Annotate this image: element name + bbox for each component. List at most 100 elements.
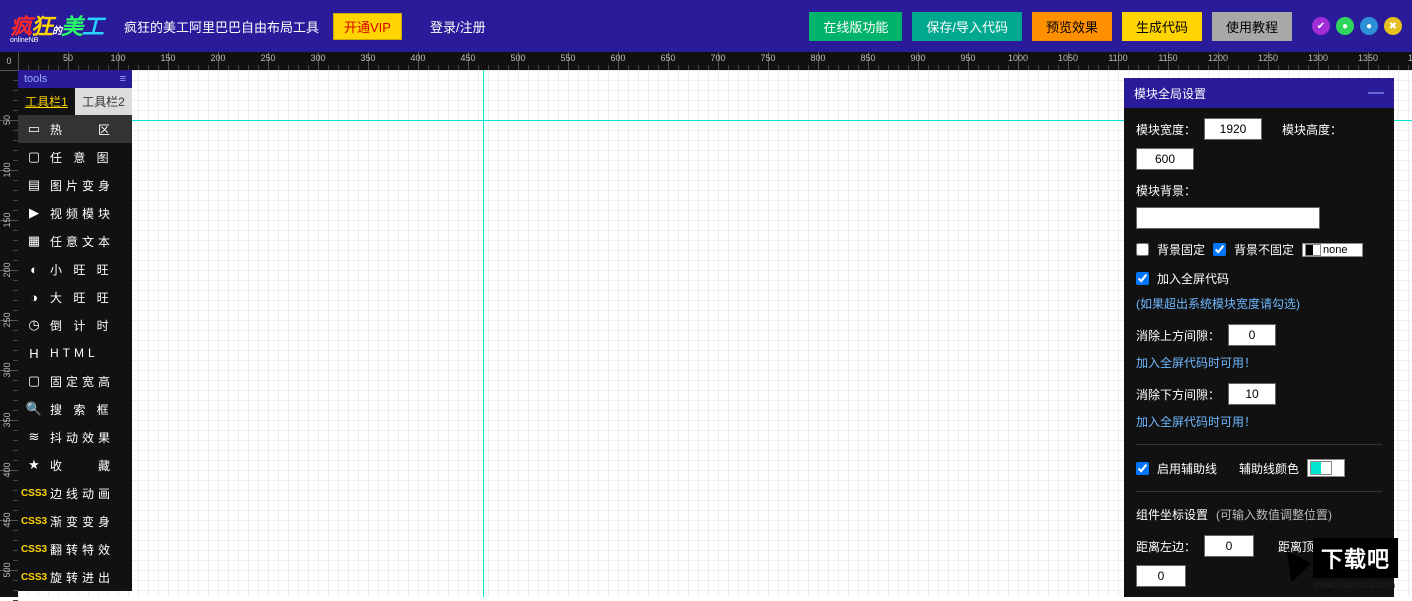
vertical-guide[interactable] [483,70,484,597]
toolbox-drag-icon[interactable]: ≡ [120,73,126,85]
offset-left-input[interactable] [1204,535,1254,557]
save-load-button[interactable]: 保存/导入代码 [912,12,1022,41]
bg-notfixed-label: 背景不固定 [1234,241,1294,258]
gap-top-note: 加入全屏代码时可用！ [1136,354,1256,371]
tool-label: 热 区 [50,121,114,138]
login-register-link[interactable]: 登录/注册 [430,17,486,36]
bg-fixed-label: 背景固定 [1157,241,1205,258]
tool-label: 收 藏 [50,457,114,474]
watermark: 下载吧 www.xiazaiba.com [1289,538,1398,591]
tool-icon: ▢ [26,149,42,165]
tool-item-10[interactable]: 🔍 搜 索 框 [18,395,132,423]
tool-item-16[interactable]: CSS3 旋转进出 [18,563,132,591]
arrow-icon [1287,548,1313,583]
tool-icon: ▭ [26,121,42,137]
tool-label: 任意文本 [50,233,114,250]
module-height-label: 模块高度： [1282,121,1342,138]
bg-fixed-checkbox[interactable] [1136,243,1149,256]
guides-color-label: 辅助线颜色 [1239,460,1299,477]
tool-item-0[interactable]: ▭ 热 区 [18,115,132,143]
tool-item-4[interactable]: ▦ 任意文本 [18,227,132,255]
module-width-input[interactable] [1204,118,1262,140]
tool-icon: ◐ [26,261,42,277]
tool-icon: ◑ [26,289,42,305]
coord-label: 组件坐标设置 [1136,506,1208,523]
watermark-text: 下载吧 [1313,538,1398,578]
status-circle-2[interactable]: ● [1336,17,1354,35]
tool-icon: H [26,345,42,361]
online-features-button[interactable]: 在线版功能 [809,12,902,41]
gap-bottom-label: 消除下方间隙： [1136,386,1220,403]
gap-top-label: 消除上方间隙： [1136,327,1220,344]
offset-left-label: 距离左边： [1136,538,1196,555]
tool-icon: ≋ [26,429,42,445]
vip-button[interactable]: 开通VIP [333,13,402,40]
module-bg-input[interactable] [1136,207,1320,229]
gap-top-input[interactable] [1228,324,1276,346]
tool-icon: ▢ [26,373,42,389]
tool-item-6[interactable]: ◑ 大 旺 旺 [18,283,132,311]
tool-item-15[interactable]: CSS3 翻转特效 [18,535,132,563]
tool-icon: CSS3 [26,541,42,557]
offset-top-input[interactable] [1136,565,1186,587]
top-bar: 疯狂的美工 onlineNB 疯狂的美工阿里巴巴自由布局工具 开通VIP 登录/… [0,0,1412,52]
tool-label: 图片变身 [50,177,114,194]
gap-bottom-note: 加入全屏代码时可用！ [1136,413,1256,430]
tool-icon: CSS3 [26,569,42,585]
tool-icon: ▤ [26,177,42,193]
dropdown-icon [1334,466,1342,471]
minimize-icon[interactable]: — [1368,84,1384,102]
tutorial-button[interactable]: 使用教程 [1212,12,1292,41]
tool-icon: CSS3 [26,485,42,501]
tool-item-9[interactable]: ▢固定宽高 [18,367,132,395]
guides-checkbox[interactable] [1136,462,1149,475]
module-bg-label: 模块背景： [1136,182,1196,199]
generate-code-button[interactable]: 生成代码 [1122,12,1202,41]
status-circle-4[interactable]: ✖ [1384,17,1402,35]
tool-item-12[interactable]: ★ 收 藏 [18,451,132,479]
tool-item-2[interactable]: ▤ 图片变身 [18,171,132,199]
fullscreen-checkbox[interactable] [1136,272,1149,285]
tool-label: 搜 索 框 [50,401,113,418]
tool-icon: CSS3 [26,513,42,529]
settings-title: 模块全局设置 [1134,85,1206,102]
tool-label: 翻转特效 [50,541,114,558]
tool-icon: ▶ [26,205,42,221]
fullscreen-label: 加入全屏代码 [1157,270,1229,287]
status-circle-1[interactable]: ✔ [1312,17,1330,35]
ruler-vertical: 50100150200250300350400450500 [0,70,18,597]
tool-item-5[interactable]: ◐小 旺 旺 [18,255,132,283]
bg-notfixed-checkbox[interactable] [1213,243,1226,256]
status-circle-3[interactable]: ● [1360,17,1378,35]
tool-item-3[interactable]: ▶视频模块 [18,199,132,227]
tool-icon: ◷ [26,317,42,333]
tool-item-14[interactable]: CSS3 渐变变身 [18,507,132,535]
tool-item-8[interactable]: HHTML [18,339,132,367]
fullscreen-hint: (如果超出系统模块宽度请勾选) [1136,295,1300,312]
tool-label: 大 旺 旺 [50,289,113,306]
tool-label: 抖动效果 [50,429,114,446]
module-height-input[interactable] [1136,148,1194,170]
tool-label: 旋转进出 [50,569,114,586]
toolbox-header[interactable]: tools ≡ [18,70,132,88]
tool-icon: ★ [26,457,42,473]
toolbox-title: tools [24,73,47,85]
guides-color-picker[interactable] [1307,459,1345,477]
toolbox-tab-2[interactable]: 工具栏2 [75,88,132,115]
app-logo: 疯狂的美工 onlineNB [10,2,118,50]
tool-item-11[interactable]: ≋ 抖动效果 [18,423,132,451]
gap-bottom-input[interactable] [1228,383,1276,405]
toolbox-tab-1[interactable]: 工具栏1 [18,88,75,115]
settings-header[interactable]: 模块全局设置 — [1124,78,1394,108]
global-settings-panel: 模块全局设置 — 模块宽度： 模块高度： 模块背景： 背景固定 背景不固定 no… [1124,78,1394,597]
preview-button[interactable]: 预览效果 [1032,12,1112,41]
watermark-url: www.xiazaiba.com [1313,580,1398,591]
tool-item-7[interactable]: ◷倒 计 时 [18,311,132,339]
tool-item-13[interactable]: CSS3边线动画 [18,479,132,507]
tool-icon: 🔍 [26,401,42,417]
guides-label: 启用辅助线 [1157,460,1217,477]
tool-label: 渐变变身 [50,513,114,530]
tool-item-1[interactable]: ▢任 意 图 [18,143,132,171]
bg-repeat-select[interactable]: none [1302,243,1362,257]
tool-icon: ▦ [26,233,42,249]
